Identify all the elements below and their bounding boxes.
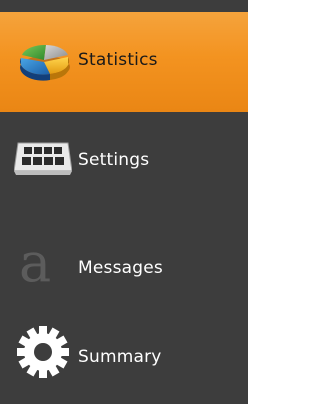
sidebar-item-summary[interactable]: Summary bbox=[0, 314, 248, 404]
sidebar-item-settings[interactable]: Settings bbox=[0, 112, 248, 213]
sidebar-item-label: Statistics bbox=[78, 50, 158, 70]
sidebar-item-label: Settings bbox=[78, 150, 150, 170]
app-frame: Statistics Settings a Messages Summary bbox=[0, 0, 277, 404]
pie-chart-icon bbox=[16, 31, 74, 89]
sidebar-item-label: Messages bbox=[78, 258, 163, 278]
keyboard-icon bbox=[13, 131, 73, 189]
gear-icon bbox=[14, 323, 72, 381]
svg-text:a: a bbox=[19, 237, 51, 294]
sidebar-menu: Statistics Settings a Messages Summary bbox=[0, 0, 248, 404]
sidebar-item-label: Summary bbox=[78, 347, 162, 367]
sidebar-item-statistics[interactable]: Statistics bbox=[0, 12, 248, 112]
sidebar-item-messages[interactable]: a Messages bbox=[0, 213, 248, 314]
sidebar-top-strip bbox=[0, 0, 248, 12]
letter-a-icon: a bbox=[14, 231, 72, 295]
